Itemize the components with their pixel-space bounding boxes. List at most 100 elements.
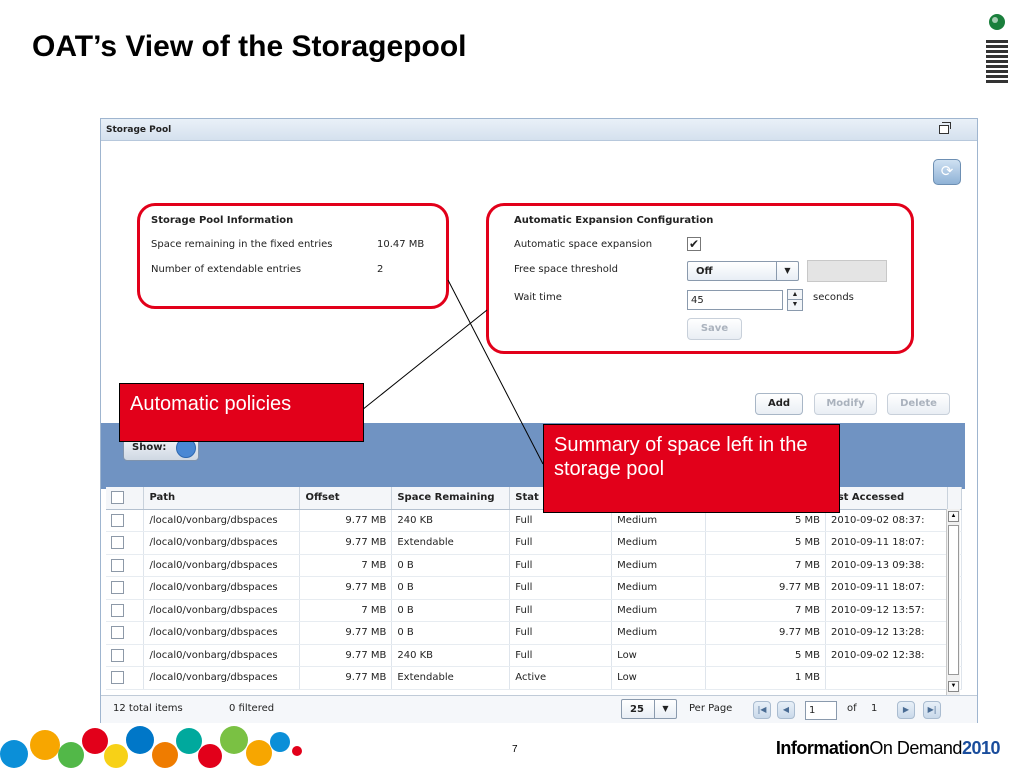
- last-page-icon[interactable]: ▶|: [923, 701, 941, 719]
- globe-icon: [989, 14, 1005, 30]
- brand-year: 2010: [961, 738, 1001, 758]
- next-page-icon[interactable]: ▶: [897, 701, 915, 719]
- table-row[interactable]: /local0/vonbarg/dbspaces 9.77 MB Extendabl…: [106, 531, 963, 555]
- table-cell: 240 KB: [391, 509, 511, 532]
- table-cell: 9.77 MB: [705, 576, 826, 600]
- column-header[interactable]: Offset: [299, 487, 393, 510]
- table-row[interactable]: /local0/vonbarg/dbspaces 9.77 MB 0 B Full Me…: [106, 621, 963, 645]
- row-select-cell[interactable]: [106, 531, 145, 555]
- table-cell: Medium: [611, 531, 707, 555]
- table-cell: 7 MB: [299, 554, 393, 577]
- table-cell: Medium: [611, 599, 707, 622]
- table-scrollbar[interactable]: ▲ ▼: [946, 509, 960, 695]
- total-items: 12 total items: [113, 703, 183, 714]
- add-button[interactable]: Add: [755, 393, 803, 415]
- table-cell: Medium: [611, 554, 707, 577]
- scrollbar-thumb[interactable]: [948, 525, 959, 675]
- table-cell: 2010-09-02 08:37:: [825, 509, 948, 532]
- row-select-cell[interactable]: [106, 644, 145, 667]
- total-pages: 1: [871, 703, 878, 714]
- table-cell: 5 MB: [705, 644, 826, 667]
- page-number-input[interactable]: 1: [805, 701, 837, 720]
- table-cell: /local0/vonbarg/dbspaces: [143, 666, 301, 690]
- table-cell: /local0/vonbarg/dbspaces: [143, 599, 301, 622]
- select-all-checkbox[interactable]: [111, 491, 124, 505]
- table-cell: 9.77 MB: [299, 509, 393, 532]
- table-cell: /local0/vonbarg/dbspaces: [143, 576, 301, 600]
- table-footer: 12 total items 0 filtered 25 ▼ Per Page …: [101, 695, 977, 723]
- table-cell: 5 MB: [705, 531, 826, 555]
- table-cell: Extendable: [391, 666, 511, 690]
- table-cell: /local0/vonbarg/dbspaces: [143, 509, 301, 532]
- table-cell: 9.77 MB: [299, 531, 393, 555]
- table-cell: 9.77 MB: [299, 576, 393, 600]
- table-cell: 0 B: [391, 621, 511, 645]
- table-cell: 2010-09-12 13:57:: [825, 599, 948, 622]
- table-cell: 7 MB: [705, 554, 826, 577]
- row-checkbox[interactable]: [111, 558, 124, 572]
- table-cell: Active: [509, 666, 613, 690]
- column-header[interactable]: ast Accessed: [825, 487, 948, 510]
- column-header[interactable]: Path: [143, 487, 301, 510]
- table-row[interactable]: /local0/vonbarg/dbspaces 9.77 MB Extendabl…: [106, 666, 963, 690]
- show-label: Show:: [132, 442, 167, 453]
- brand-logo: InformationOn Demand2010: [775, 738, 1001, 759]
- table-cell: 7 MB: [299, 599, 393, 622]
- previous-page-icon[interactable]: ◀: [777, 701, 795, 719]
- table-cell: Medium: [611, 576, 707, 600]
- table-cell: Medium: [611, 621, 707, 645]
- table-cell: 9.77 MB: [299, 644, 393, 667]
- brand-part1: Information: [775, 738, 870, 758]
- table-cell: 1 MB: [705, 666, 826, 690]
- auto-expansion-highlight: [486, 203, 914, 354]
- storage-pool-table: Path Offset Space Remaining Stat ast Acc…: [106, 487, 963, 690]
- row-checkbox[interactable]: [111, 603, 124, 617]
- row-select-cell[interactable]: [106, 666, 145, 690]
- ibm-logo: [984, 14, 1010, 90]
- select-all-header[interactable]: [106, 487, 145, 510]
- slide-title: OAT’s View of the Storagepool: [32, 30, 467, 63]
- per-page-value: 25: [630, 704, 644, 715]
- modify-button[interactable]: Modify: [814, 393, 877, 415]
- table-cell: 9.77 MB: [299, 621, 393, 645]
- row-select-cell[interactable]: [106, 621, 145, 645]
- table-cell: 7 MB: [705, 599, 826, 622]
- table-cell: 0 B: [391, 576, 511, 600]
- table-cell: 2010-09-12 13:28:: [825, 621, 948, 645]
- column-header-spacer: [947, 487, 963, 510]
- delete-button[interactable]: Delete: [887, 393, 950, 415]
- table-row[interactable]: /local0/vonbarg/dbspaces 9.77 MB 0 B Full Me…: [106, 576, 963, 600]
- per-page-select[interactable]: 25 ▼: [621, 699, 677, 719]
- row-checkbox[interactable]: [111, 648, 124, 662]
- first-page-icon[interactable]: |◀: [753, 701, 771, 719]
- table-row[interactable]: /local0/vonbarg/dbspaces 7 MB 0 B Full Mediu…: [106, 554, 963, 577]
- row-checkbox[interactable]: [111, 513, 124, 527]
- column-header[interactable]: Space Remaining: [391, 487, 511, 510]
- row-select-cell[interactable]: [106, 509, 145, 532]
- table-cell: /local0/vonbarg/dbspaces: [143, 644, 301, 667]
- space-summary-callout: Summary of space left in the storage poo…: [543, 424, 840, 513]
- table-cell: 2010-09-11 18:07:: [825, 576, 948, 600]
- row-checkbox[interactable]: [111, 581, 124, 595]
- per-page-label: Per Page: [689, 703, 733, 714]
- refresh-button[interactable]: ⟳: [933, 159, 961, 185]
- table-cell: Full: [509, 621, 613, 645]
- table-cell: 2010-09-11 18:07:: [825, 531, 948, 555]
- table-cell: 0 B: [391, 554, 511, 577]
- row-select-cell[interactable]: [106, 599, 145, 622]
- row-checkbox[interactable]: [111, 626, 124, 640]
- scroll-down-icon[interactable]: ▼: [948, 681, 959, 692]
- table-cell: /local0/vonbarg/dbspaces: [143, 531, 301, 555]
- restore-window-icon[interactable]: [939, 122, 951, 134]
- table-cell: Low: [611, 644, 707, 667]
- scroll-up-icon[interactable]: ▲: [948, 511, 959, 522]
- table-row[interactable]: /local0/vonbarg/dbspaces 9.77 MB 240 KB Ful…: [106, 644, 963, 667]
- row-select-cell[interactable]: [106, 554, 145, 577]
- row-checkbox[interactable]: [111, 671, 124, 685]
- row-checkbox[interactable]: [111, 536, 124, 550]
- table-cell: 9.77 MB: [299, 666, 393, 690]
- table-row[interactable]: /local0/vonbarg/dbspaces 7 MB 0 B Full Mediu…: [106, 599, 963, 622]
- table-cell: Full: [509, 576, 613, 600]
- table-cell: Extendable: [391, 531, 511, 555]
- row-select-cell[interactable]: [106, 576, 145, 600]
